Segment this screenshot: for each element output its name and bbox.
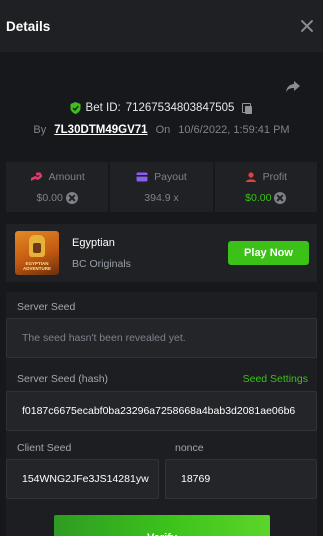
bet-id-value: 71267534803847505: [125, 102, 235, 114]
amount-stat: Amount $0.00: [6, 162, 109, 212]
copy-icon[interactable]: [242, 102, 253, 114]
server-seed-label: Server Seed: [17, 301, 76, 313]
bet-id-label: Bet ID:: [85, 102, 121, 114]
by-label: By: [33, 124, 47, 136]
game-card: EGYPTIAN ADVENTURE Egyptian BC Originals…: [6, 224, 317, 282]
game-provider: BC Originals: [72, 257, 131, 270]
amount-label: Amount: [48, 170, 85, 183]
bet-id-row: Bet ID: 71267534803847505: [0, 100, 323, 116]
game-thumbnail-logo: EGYPTIAN ADVENTURE: [22, 261, 51, 271]
server-seed-hash-field[interactable]: f0187c6675ecabf0ba23296a7258668a4bab3d20…: [6, 391, 317, 431]
payout-value-row: 394.9 x: [144, 192, 178, 204]
close-icon[interactable]: [299, 18, 315, 34]
username-link[interactable]: 7L30DTM49GV71: [54, 124, 147, 136]
payout-card-icon: [136, 172, 148, 181]
payout-label: Payout: [154, 170, 187, 183]
on-label: On: [155, 124, 171, 136]
bet-datetime: 10/6/2022, 1:59:41 PM: [178, 124, 290, 136]
bet-stats: Amount $0.00 Payout 394.9 x Profit $0.00: [6, 162, 317, 212]
profit-label-row: Profit: [245, 170, 288, 183]
payout-label-row: Payout: [136, 171, 187, 183]
profit-icon: [245, 171, 256, 182]
verify-button[interactable]: Verify: [54, 515, 270, 536]
currency-coin-icon: [274, 191, 287, 204]
amount-icon: [30, 172, 42, 181]
amount-value: $0.00: [36, 191, 63, 204]
page-title: Details: [6, 18, 51, 34]
seed-settings-link[interactable]: Seed Settings: [243, 373, 308, 385]
pharaoh-icon: [29, 235, 45, 257]
details-header: Details: [0, 0, 323, 52]
fairness-panel: Server Seed The seed hasn't been reveale…: [6, 292, 317, 536]
share-icon[interactable]: [285, 80, 301, 94]
client-seed-label: Client Seed: [17, 442, 72, 454]
details-content: Bet ID: 71267534803847505 By 7L30DTM49GV…: [0, 52, 323, 536]
game-name: Egyptian: [72, 236, 115, 249]
shield-check-icon: [70, 102, 81, 114]
profit-label: Profit: [262, 170, 288, 183]
profit-stat: Profit $0.00: [214, 162, 317, 212]
server-seed-hash-label: Server Seed (hash): [17, 373, 109, 385]
game-info: Egyptian BC Originals: [72, 237, 228, 270]
payout-value: 394.9 x: [144, 191, 179, 204]
game-thumbnail[interactable]: EGYPTIAN ADVENTURE: [15, 231, 59, 275]
play-now-button[interactable]: Play Now: [228, 241, 309, 265]
server-seed-field[interactable]: The seed hasn't been revealed yet.: [6, 318, 317, 358]
nonce-field[interactable]: 18769: [165, 459, 317, 499]
currency-coin-icon: [65, 191, 78, 204]
profit-value: $0.00: [245, 191, 272, 204]
nonce-label: nonce: [175, 442, 204, 454]
client-seed-field[interactable]: 154WNG2JFe3JS14281yw: [6, 459, 159, 499]
bet-author-row: By 7L30DTM49GV71 On 10/6/2022, 1:59:41 P…: [0, 122, 323, 138]
amount-label-row: Amount: [30, 171, 85, 183]
payout-stat: Payout 394.9 x: [110, 162, 213, 212]
amount-value-row: $0.00: [36, 191, 78, 204]
profit-value-row: $0.00: [245, 191, 287, 204]
